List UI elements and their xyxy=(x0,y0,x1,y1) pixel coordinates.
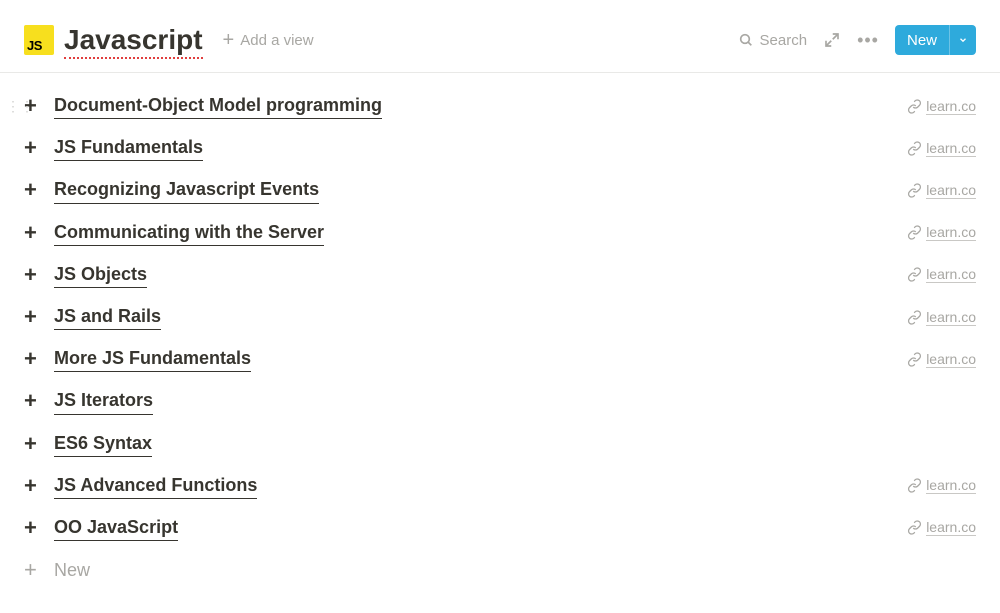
expand-toggle-icon[interactable]: + xyxy=(24,517,46,539)
row-link[interactable]: learn.co xyxy=(907,351,976,368)
link-icon xyxy=(907,267,922,282)
link-icon xyxy=(907,478,922,493)
expand-toggle-icon[interactable]: + xyxy=(24,137,46,159)
link-text: learn.co xyxy=(926,266,976,283)
search-button[interactable]: Search xyxy=(738,32,808,49)
link-icon xyxy=(907,99,922,114)
link-text: learn.co xyxy=(926,477,976,494)
row-link[interactable]: learn.co xyxy=(907,309,976,326)
plus-icon: + xyxy=(223,29,235,52)
row-title[interactable]: More JS Fundamentals xyxy=(54,346,251,372)
search-label: Search xyxy=(760,32,808,49)
link-icon xyxy=(907,141,922,156)
link-text: learn.co xyxy=(926,224,976,241)
row-title[interactable]: JS and Rails xyxy=(54,304,161,330)
expand-toggle-icon[interactable]: + xyxy=(24,475,46,497)
row-title[interactable]: ES6 Syntax xyxy=(54,431,152,457)
list-row: ⋮⋮+OO JavaScript learn.co xyxy=(24,507,976,549)
plus-icon: + xyxy=(24,559,46,581)
list-row: ⋮⋮+JS Iterators xyxy=(24,380,976,422)
row-title[interactable]: JS Iterators xyxy=(54,388,153,414)
more-icon[interactable]: ••• xyxy=(857,31,879,49)
page-list: ⋮⋮ + Document-Object Model programming lea… xyxy=(0,73,1000,589)
new-row-label: New xyxy=(54,560,90,581)
new-button[interactable]: New xyxy=(895,25,949,55)
row-link[interactable]: learn.co xyxy=(907,182,976,199)
row-title[interactable]: OO JavaScript xyxy=(54,515,178,541)
link-text: learn.co xyxy=(926,519,976,536)
list-row: ⋮⋮+Communicating with the Server learn.c… xyxy=(24,212,976,254)
row-title[interactable]: JS Objects xyxy=(54,262,147,288)
list-row: ⋮⋮+JS Fundamentals learn.co xyxy=(24,127,976,169)
link-text: learn.co xyxy=(926,309,976,326)
drag-handle-icon[interactable]: ⋮⋮ xyxy=(6,98,34,115)
new-dropdown-button[interactable] xyxy=(949,25,976,55)
list-row: ⋮⋮+More JS Fundamentals learn.co xyxy=(24,338,976,380)
row-link[interactable]: learn.co xyxy=(907,519,976,536)
list-row: ⋮⋮+JS Objects learn.co xyxy=(24,254,976,296)
row-link[interactable]: learn.co xyxy=(907,477,976,494)
row-title[interactable]: Communicating with the Server xyxy=(54,220,324,246)
expand-toggle-icon[interactable]: + xyxy=(24,264,46,286)
row-link[interactable]: learn.co xyxy=(907,98,976,115)
expand-toggle-icon[interactable]: + xyxy=(24,179,46,201)
page-icon-js[interactable]: JS xyxy=(24,25,54,55)
search-icon xyxy=(738,32,754,48)
expand-toggle-icon[interactable]: + xyxy=(24,306,46,328)
link-icon xyxy=(907,225,922,240)
link-icon xyxy=(907,352,922,367)
row-link[interactable]: learn.co xyxy=(907,140,976,157)
row-title[interactable]: Recognizing Javascript Events xyxy=(54,177,319,203)
expand-toggle-icon[interactable]: + xyxy=(24,433,46,455)
list-row: ⋮⋮+ES6 Syntax xyxy=(24,423,976,465)
row-link[interactable]: learn.co xyxy=(907,266,976,283)
link-text: learn.co xyxy=(926,140,976,157)
row-link[interactable]: learn.co xyxy=(907,224,976,241)
list-row: ⋮⋮+Recognizing Javascript Events learn.c… xyxy=(24,169,976,211)
row-title[interactable]: Document-Object Model programming xyxy=(54,93,382,119)
list-row: ⋮⋮+JS Advanced Functions learn.co xyxy=(24,465,976,507)
link-icon xyxy=(907,183,922,198)
link-icon xyxy=(907,520,922,535)
new-button-group: New xyxy=(895,25,976,55)
link-text: learn.co xyxy=(926,182,976,199)
page-header: JS Javascript + Add a view Search ••• Ne… xyxy=(0,0,1000,73)
link-text: learn.co xyxy=(926,351,976,368)
page-title[interactable]: Javascript xyxy=(64,24,203,56)
expand-toggle-icon[interactable]: + xyxy=(24,390,46,412)
chevron-down-icon xyxy=(958,35,968,45)
expand-toggle-icon[interactable]: + xyxy=(24,222,46,244)
row-title[interactable]: JS Advanced Functions xyxy=(54,473,257,499)
expand-icon[interactable] xyxy=(823,31,841,49)
expand-toggle-icon[interactable]: + xyxy=(24,348,46,370)
add-view-button[interactable]: + Add a view xyxy=(223,29,314,52)
add-view-label: Add a view xyxy=(240,32,313,49)
list-row: ⋮⋮+Document-Object Model programming lea… xyxy=(24,85,976,127)
row-title[interactable]: JS Fundamentals xyxy=(54,135,203,161)
list-row: ⋮⋮+JS and Rails learn.co xyxy=(24,296,976,338)
header-actions: Search ••• New xyxy=(738,25,976,55)
new-row-button[interactable]: + New xyxy=(24,549,976,589)
link-icon xyxy=(907,310,922,325)
link-text: learn.co xyxy=(926,98,976,115)
